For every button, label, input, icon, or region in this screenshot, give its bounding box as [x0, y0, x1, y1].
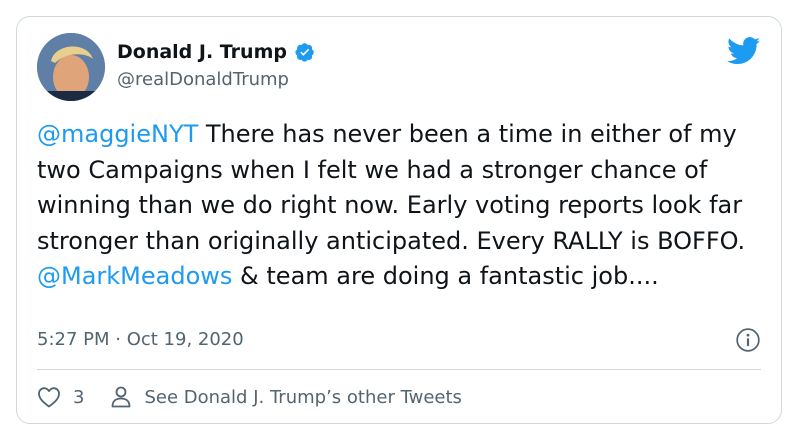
author-name-row: Donald J. Trump [117, 41, 315, 63]
tweet-text: @maggieNYT There has never been a time i… [37, 117, 763, 295]
info-icon[interactable] [735, 327, 761, 353]
person-icon [112, 386, 131, 408]
see-other-tweets-link[interactable]: See Donald J. Trump’s other Tweets [110, 385, 462, 409]
verified-badge-icon [295, 43, 314, 62]
tweet-actions: 3 See Donald J. Trump’s other Tweets [37, 385, 488, 409]
tweet-text-segment: & team are doing a fantastic job.... [232, 262, 659, 290]
mention-link[interactable]: @MarkMeadows [37, 262, 232, 290]
divider [37, 369, 761, 370]
tweet-card: Donald J. Trump @realDonaldTrump @maggie… [16, 16, 782, 424]
twitter-bird-icon[interactable] [727, 37, 761, 65]
mention-link[interactable]: @maggieNYT [37, 120, 198, 148]
author-handle[interactable]: @realDonaldTrump [117, 69, 289, 90]
avatar-image [37, 33, 105, 101]
author-name[interactable]: Donald J. Trump [117, 41, 287, 63]
heart-icon [38, 387, 60, 408]
like-button[interactable]: 3 [37, 386, 84, 408]
tweet-timestamp[interactable]: 5:27 PM · Oct 19, 2020 [37, 329, 244, 350]
avatar[interactable] [37, 33, 105, 101]
like-count: 3 [73, 386, 85, 408]
see-other-tweets-label: See Donald J. Trump’s other Tweets [144, 386, 462, 408]
